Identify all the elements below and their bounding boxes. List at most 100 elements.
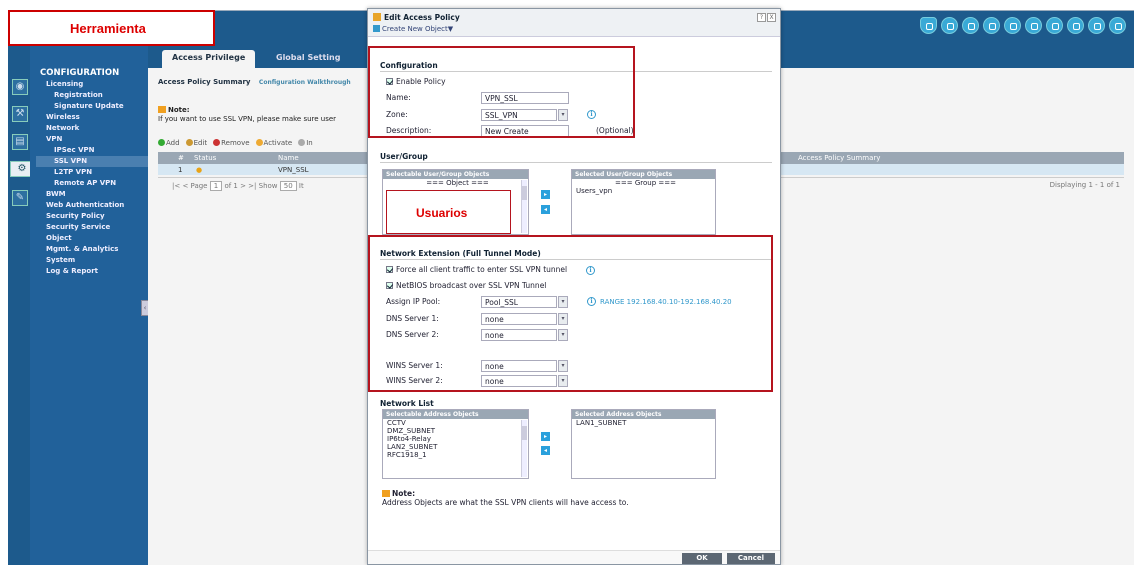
nav-mgmt-analytics[interactable]: Mgmt. & Analytics bbox=[36, 244, 148, 255]
add-button[interactable]: Add bbox=[158, 139, 180, 147]
configuration-highlight bbox=[368, 46, 635, 138]
move-right-button[interactable]: ▸ bbox=[541, 432, 550, 441]
logout-icon[interactable] bbox=[1109, 17, 1126, 34]
row-number: 1 bbox=[178, 166, 183, 174]
list-item[interactable]: RFC1918_1 bbox=[383, 451, 528, 459]
nav-security-service[interactable]: Security Service bbox=[36, 222, 148, 233]
selectable-address-list[interactable]: Selectable Address Objects CCTV DMZ_SUBN… bbox=[382, 409, 529, 479]
page-input[interactable]: 1 bbox=[209, 181, 223, 191]
show-select[interactable]: 50 bbox=[279, 181, 297, 191]
dialog-controls: ? X bbox=[757, 13, 776, 22]
tab-global-setting[interactable]: Global Setting bbox=[266, 50, 350, 68]
policy-toolbar: Add Edit Remove Activate In bbox=[158, 139, 313, 147]
add-label: Add bbox=[166, 139, 180, 147]
dashboard-rail-icon[interactable]: ◉ bbox=[12, 79, 28, 95]
inactivate-button[interactable]: In bbox=[298, 139, 313, 147]
col-name[interactable]: Name bbox=[278, 154, 299, 162]
help-icon[interactable] bbox=[1088, 17, 1105, 34]
add-icon bbox=[158, 139, 165, 146]
move-right-button[interactable]: ▸ bbox=[541, 190, 550, 199]
note-text: If you want to use SSL VPN, please make … bbox=[158, 115, 337, 123]
herramienta-annotation: Herramienta bbox=[8, 10, 215, 46]
cancel-button[interactable]: Cancel bbox=[727, 553, 775, 564]
object-icon bbox=[373, 25, 380, 32]
col-access-summary[interactable]: Access Policy Summary bbox=[798, 154, 880, 162]
remove-button[interactable]: Remove bbox=[213, 139, 250, 147]
move-left-button[interactable]: ◂ bbox=[541, 446, 550, 455]
top-icon-bar bbox=[920, 17, 1126, 34]
monitor-rail-icon[interactable]: ▤ bbox=[12, 134, 28, 150]
dropdown-arrow-icon: ▼ bbox=[447, 25, 454, 33]
move-left-button[interactable]: ◂ bbox=[541, 205, 550, 214]
quick-setup-rail-icon[interactable]: ⚒ bbox=[12, 106, 28, 122]
nav-log-report[interactable]: Log & Report bbox=[36, 266, 148, 277]
usergroup-section-title: User/Group bbox=[380, 152, 428, 161]
nav-vpn[interactable]: VPN bbox=[36, 134, 148, 145]
edit-button[interactable]: Edit bbox=[185, 139, 208, 147]
maintenance-rail-icon[interactable]: ✎ bbox=[12, 190, 28, 206]
network-extension-highlight bbox=[368, 235, 773, 392]
shield-icon[interactable] bbox=[920, 17, 937, 34]
col-status[interactable]: Status bbox=[194, 154, 216, 162]
pager-of: of 1 > >| Show bbox=[224, 182, 278, 190]
nav-ipsec-vpn[interactable]: IPSec VPN bbox=[36, 145, 148, 156]
globe-icon[interactable] bbox=[1046, 17, 1063, 34]
pager-controls: |< < Page 1 of 1 > >| Show 50 It bbox=[172, 181, 304, 191]
nav-remote-ap-vpn[interactable]: Remote AP VPN bbox=[36, 178, 148, 189]
selected-address-list[interactable]: Selected Address Objects LAN1_SUBNET bbox=[571, 409, 716, 479]
list-item[interactable]: LAN2_SUBNET bbox=[383, 443, 528, 451]
nav-registration[interactable]: Registration bbox=[36, 90, 148, 101]
nav-l2tp-vpn[interactable]: L2TP VPN bbox=[36, 167, 148, 178]
nav-wireless[interactable]: Wireless bbox=[36, 112, 148, 123]
activate-button[interactable]: Activate bbox=[255, 139, 292, 147]
list-item[interactable]: LAN1_SUBNET bbox=[572, 419, 715, 427]
nav-web-authentication[interactable]: Web Authentication bbox=[36, 200, 148, 211]
left-rail: ◉ ⚒ ▤ ⚙ ✎ bbox=[8, 46, 34, 565]
note-title: Note: bbox=[168, 106, 190, 114]
list-item[interactable]: === Group === bbox=[572, 179, 715, 187]
nav-system[interactable]: System bbox=[36, 255, 148, 266]
tab-access-privilege[interactable]: Access Privilege bbox=[162, 50, 256, 68]
walkthrough-link[interactable]: Configuration Walkthrough bbox=[259, 79, 351, 86]
nav-network[interactable]: Network bbox=[36, 123, 148, 134]
pager-nav[interactable]: |< < Page bbox=[172, 182, 208, 190]
list-item[interactable]: DMZ_SUBNET bbox=[383, 427, 528, 435]
monitor-icon[interactable] bbox=[962, 17, 979, 34]
user-icon[interactable] bbox=[1067, 17, 1084, 34]
scrollbar[interactable] bbox=[521, 420, 527, 477]
pager-items: It bbox=[298, 182, 304, 190]
edit-label: Edit bbox=[193, 139, 208, 147]
summary-header: Access Policy Summary Configuration Walk… bbox=[158, 78, 351, 86]
nav-bwm[interactable]: BWM bbox=[36, 189, 148, 200]
create-new-object-label: Create New Object bbox=[382, 25, 448, 33]
dialog-note-title: Note: bbox=[392, 489, 416, 498]
nav-ssl-vpn[interactable]: SSL VPN bbox=[36, 156, 148, 167]
list-item[interactable]: Users_vpn bbox=[572, 187, 715, 195]
list-item[interactable]: === Object === bbox=[383, 179, 528, 187]
create-new-object-menu[interactable]: Create New Object▼ bbox=[373, 25, 453, 33]
close-icon[interactable]: X bbox=[767, 13, 776, 22]
nav-security-policy[interactable]: Security Policy bbox=[36, 211, 148, 222]
selected-users-list[interactable]: Selected User/Group Objects === Group ==… bbox=[571, 169, 716, 235]
scrollbar[interactable] bbox=[521, 180, 527, 233]
maintenance-icon[interactable] bbox=[1004, 17, 1021, 34]
section-divider bbox=[380, 162, 772, 163]
config-icon[interactable] bbox=[983, 17, 1000, 34]
nav-object[interactable]: Object bbox=[36, 233, 148, 244]
dialog-header: Edit Access Policy Create New Object▼ ? … bbox=[368, 9, 780, 37]
edit-icon bbox=[185, 139, 193, 146]
bulb-icon: ● bbox=[196, 166, 203, 174]
summary-title: Access Policy Summary bbox=[158, 78, 251, 86]
dialog-note-text: Address Objects are what the SSL VPN cli… bbox=[382, 498, 629, 507]
list-item[interactable]: CCTV bbox=[383, 419, 528, 427]
cloud-icon[interactable] bbox=[1025, 17, 1042, 34]
nav-signature-update[interactable]: Signature Update bbox=[36, 101, 148, 112]
selectable-address-header: Selectable Address Objects bbox=[383, 410, 528, 419]
help-icon[interactable]: ? bbox=[757, 13, 766, 22]
nav-licensing[interactable]: Licensing bbox=[36, 79, 148, 90]
ok-button[interactable]: OK bbox=[682, 553, 722, 564]
list-item[interactable]: IP6to4-Relay bbox=[383, 435, 528, 443]
displaying-count: Displaying 1 - 1 of 1 bbox=[1049, 181, 1120, 189]
col-number[interactable]: # bbox=[178, 154, 184, 162]
dashboard-icon[interactable] bbox=[941, 17, 958, 34]
